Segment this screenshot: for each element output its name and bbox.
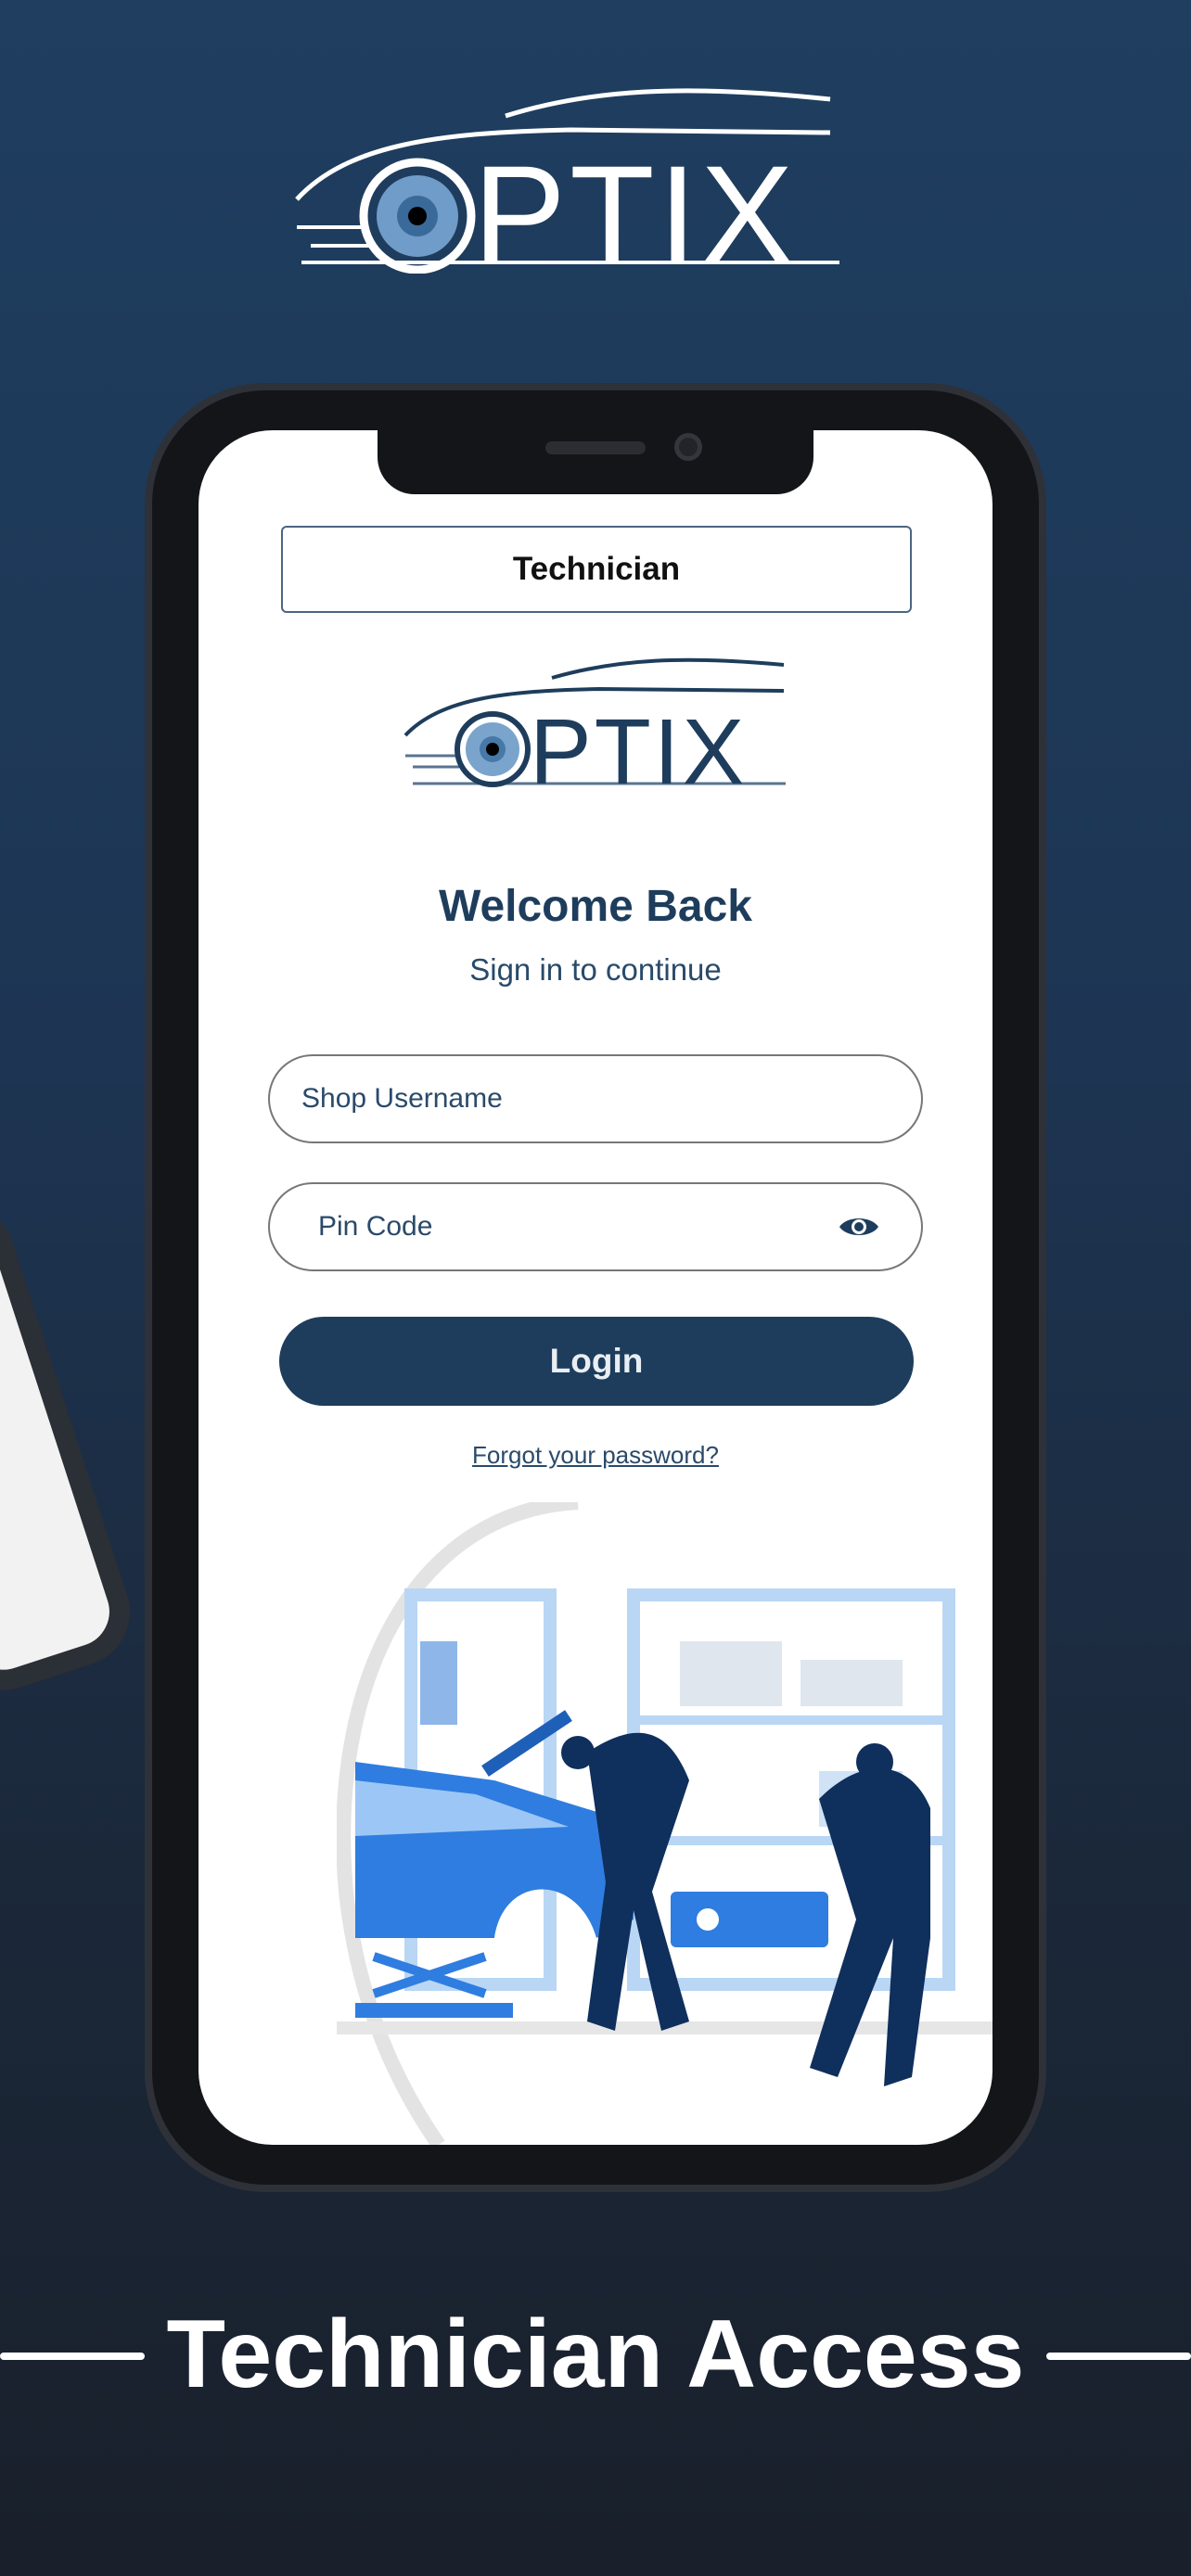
optix-logo: PTIX xyxy=(403,657,786,791)
optix-logo-header: PTIX xyxy=(295,88,839,274)
front-camera xyxy=(674,433,702,461)
welcome-subtitle: Sign in to continue xyxy=(469,952,722,987)
phone-notch xyxy=(378,427,813,494)
welcome-title: Welcome Back xyxy=(439,882,752,931)
eye-icon[interactable] xyxy=(838,1213,880,1241)
username-placeholder: Shop Username xyxy=(301,1083,503,1114)
caption-title: Technician Access xyxy=(166,2301,1025,2408)
speaker-grille xyxy=(545,441,646,454)
shop-username-input[interactable]: Shop Username xyxy=(268,1054,923,1143)
mechanics-illustration xyxy=(337,1502,992,2145)
login-button[interactable]: Login xyxy=(279,1317,914,1406)
login-label: Login xyxy=(549,1342,644,1380)
pin-code-input[interactable]: Pin Code xyxy=(268,1182,923,1271)
role-selector[interactable]: Technician xyxy=(281,526,912,613)
svg-text:PTIX: PTIX xyxy=(530,700,747,791)
forgot-password-link[interactable]: Forgot your password? xyxy=(198,1441,992,1470)
secondary-phone-frame xyxy=(0,1188,145,1705)
svg-text:PTIX: PTIX xyxy=(473,136,797,274)
role-selector-label: Technician xyxy=(512,551,681,587)
pin-placeholder: Pin Code xyxy=(318,1211,433,1242)
